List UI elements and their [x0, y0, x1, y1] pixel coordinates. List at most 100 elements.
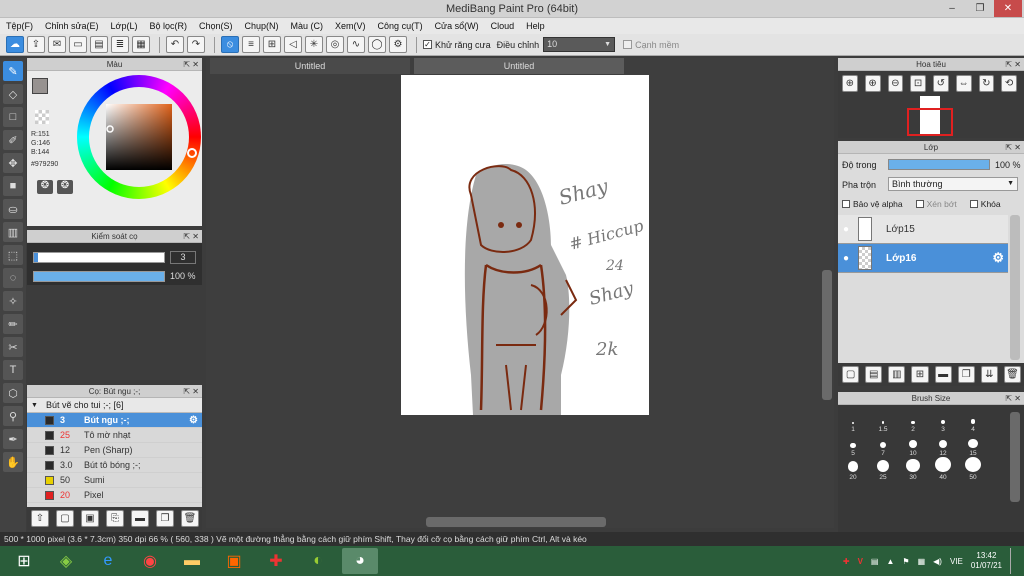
eraser-tool-icon[interactable]: ◇: [3, 84, 23, 104]
add-brush-icon[interactable]: ⇧: [31, 510, 49, 527]
pen-tool-icon[interactable]: ✒: [3, 429, 23, 449]
new-halftone-layer-icon[interactable]: ▤: [865, 366, 883, 383]
menu-filter[interactable]: Bộ lọc(R): [149, 21, 187, 31]
gear-icon[interactable]: ⚙: [189, 415, 198, 426]
grid-icon[interactable]: ▦: [132, 36, 150, 53]
windows-start-icon[interactable]: ⊞: [6, 548, 42, 574]
brush-size-cell[interactable]: 2: [898, 409, 928, 433]
lock-checkbox[interactable]: [969, 200, 978, 208]
menu-select[interactable]: Chọn(S): [199, 21, 233, 31]
palette-settings-icon[interactable]: ❂: [57, 180, 73, 194]
chrome-icon[interactable]: ◉: [132, 548, 168, 574]
fill-brush-icon[interactable]: ✐: [3, 130, 23, 150]
brush-opacity-slider[interactable]: [33, 271, 165, 282]
adjust-select[interactable]: 10 ▼: [543, 37, 616, 52]
rect-fill-icon[interactable]: ■: [3, 176, 23, 196]
brush-size-cell[interactable]: 50: [958, 457, 988, 481]
transparent-swatch[interactable]: [35, 110, 49, 124]
palette-icon[interactable]: ❂: [37, 180, 53, 194]
list-icon[interactable]: ≣: [111, 36, 129, 53]
add-layer-menu-icon[interactable]: ⊞: [911, 366, 929, 383]
up-arrow-icon[interactable]: ▲: [886, 557, 894, 566]
ellipse-snap-icon[interactable]: ◯: [368, 36, 386, 53]
delete-brush-icon[interactable]: 🗑: [181, 510, 199, 527]
brush-item[interactable]: 50 Sumi: [27, 473, 202, 488]
hand-tool-icon[interactable]: ✋: [3, 452, 23, 472]
brush-size-cell[interactable]: 40: [928, 457, 958, 481]
folder-icon[interactable]: ▬: [934, 366, 952, 383]
brush-group-row[interactable]: ▼ Bút vẽ cho tui ;-; [6]: [27, 398, 202, 413]
brush-tool-icon[interactable]: ✎: [3, 61, 23, 81]
blend-mode-select[interactable]: Bình thường ▼: [888, 177, 1018, 191]
new-brush-icon[interactable]: ▢: [56, 510, 74, 527]
rotate-left-icon[interactable]: ↺: [933, 75, 949, 92]
vertical-scrollbar[interactable]: [822, 270, 832, 400]
magic-wand-icon[interactable]: ✧: [3, 291, 23, 311]
pinned-app-icon[interactable]: ✚: [258, 548, 294, 574]
brush-size-cell[interactable]: 10: [898, 433, 928, 457]
duplicate-icon[interactable]: ❐: [156, 510, 174, 527]
settings-icon[interactable]: ⚙: [389, 36, 407, 53]
panel-close-icon[interactable]: ⇱ ✕: [183, 58, 199, 71]
snap-off-icon[interactable]: ⦸: [221, 36, 239, 53]
gradient-tool-icon[interactable]: ▥: [3, 222, 23, 242]
show-desktop-button[interactable]: [1010, 548, 1016, 574]
new-8bit-layer-icon[interactable]: ▥: [888, 366, 906, 383]
menu-help[interactable]: Help: [526, 21, 545, 31]
minimize-icon[interactable]: –: [938, 0, 966, 17]
volume-icon[interactable]: ◀): [933, 557, 942, 566]
medibang-taskbar-icon[interactable]: ◕: [342, 548, 378, 574]
dot-tool-icon[interactable]: □: [3, 107, 23, 127]
brush-size-cell[interactable]: 3: [928, 409, 958, 433]
brush-size-cell[interactable]: 20: [838, 457, 868, 481]
cross-snap-icon[interactable]: ⊞: [263, 36, 281, 53]
lasso-tool-icon[interactable]: ◌: [3, 268, 23, 288]
zoom-in-alt-icon[interactable]: ⊕: [864, 75, 881, 92]
panel-close-icon[interactable]: ⇱ ✕: [1005, 141, 1021, 154]
menu-file[interactable]: Tệp(F): [6, 21, 33, 31]
brush-size-cell[interactable]: 1: [838, 409, 868, 433]
undo-icon[interactable]: ↶: [166, 36, 184, 53]
divide-tool-icon[interactable]: ⬡: [3, 383, 23, 403]
reset-icon[interactable]: ⟲: [1001, 75, 1017, 92]
brush-size-cell[interactable]: 15: [958, 433, 988, 457]
panel-close-icon[interactable]: ⇱ ✕: [183, 230, 199, 243]
select-tool-icon[interactable]: ⬚: [3, 245, 23, 265]
layer-row[interactable]: ● Lớp15: [838, 215, 1008, 244]
network-icon[interactable]: ▦: [918, 557, 926, 566]
brush-size-cell[interactable]: 5: [838, 433, 868, 457]
brush-item[interactable]: 12 Pen (Sharp): [27, 443, 202, 458]
menu-cloud[interactable]: Cloud: [491, 21, 515, 31]
visibility-icon[interactable]: ●: [838, 224, 854, 235]
layer-scrollbar[interactable]: [1010, 215, 1020, 360]
antialias-checkbox[interactable]: ✓: [423, 40, 432, 49]
brush-menu-icon[interactable]: ▣: [81, 510, 99, 527]
redo-icon[interactable]: ↷: [187, 36, 205, 53]
parallel-snap-icon[interactable]: ≡: [242, 36, 260, 53]
eyedropper-icon[interactable]: ⚲: [3, 406, 23, 426]
folder-icon[interactable]: ▬: [131, 510, 149, 527]
color-wheel[interactable]: [77, 75, 201, 199]
bluestacks-icon[interactable]: ◈: [48, 548, 84, 574]
soft-edge-checkbox[interactable]: [623, 40, 633, 49]
brush-item[interactable]: 25 Tô mờ nhạt: [27, 428, 202, 443]
merge-layer-icon[interactable]: ⇊: [980, 366, 998, 383]
bucket-tool-icon[interactable]: ⛀: [3, 199, 23, 219]
menu-window[interactable]: Cửa sổ(W): [435, 21, 479, 31]
layer-opacity-slider[interactable]: [888, 159, 990, 170]
expand-icon[interactable]: ▼: [31, 402, 38, 409]
brush-size-cell[interactable]: 4: [958, 409, 988, 433]
panel-close-icon[interactable]: ⇱ ✕: [1005, 392, 1021, 405]
brush-size-cell[interactable]: 7: [868, 433, 898, 457]
move-tool-icon[interactable]: ✥: [3, 153, 23, 173]
menu-edit[interactable]: Chỉnh sửa(E): [45, 21, 99, 31]
zoom-out-icon[interactable]: ⊖: [887, 75, 904, 92]
ie-icon[interactable]: e: [90, 548, 126, 574]
chat-icon[interactable]: ▭: [69, 36, 87, 53]
panel-close-icon[interactable]: ⇱ ✕: [1005, 58, 1021, 71]
brush-size-value[interactable]: 3: [170, 251, 196, 264]
brush-item[interactable]: 3 Bút ngu ;-; ⚙: [27, 413, 202, 428]
close-icon[interactable]: ✕: [994, 0, 1022, 17]
comment-icon[interactable]: ✉: [48, 36, 66, 53]
brush-size-scrollbar[interactable]: [1010, 412, 1020, 502]
